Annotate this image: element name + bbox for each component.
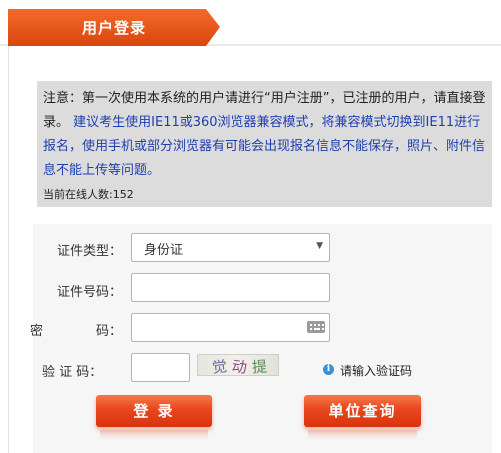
captcha-input[interactable] bbox=[131, 353, 190, 382]
unit-query-button-reflection bbox=[308, 430, 417, 440]
notice-box: 注意：第一次使用本系统的用户请进行“用户注册”，已注册的用户，请直接登录。 建议… bbox=[37, 81, 492, 207]
page-title: 用户登录 bbox=[81, 19, 146, 37]
notice-browser-text: 建议考生使用IE11或360浏览器兼容模式，将兼容模式切换到IE11进行报名，使… bbox=[43, 115, 486, 178]
online-label: 当前在线人数: bbox=[43, 188, 113, 201]
password-label-char2: 码： bbox=[96, 324, 123, 339]
online-count: 当前在线人数:152 bbox=[43, 185, 486, 205]
header-ribbon: 用户登录 bbox=[8, 9, 220, 46]
captcha-char-3: 提 bbox=[251, 357, 268, 377]
captcha-char-2: 动 bbox=[230, 357, 249, 377]
id-type-select[interactable]: 身份证 ▼ bbox=[131, 233, 330, 262]
captcha-label: 验 证 码： bbox=[42, 365, 103, 380]
id-number-label: 证件号码： bbox=[57, 285, 123, 300]
unit-query-button[interactable]: 单位查询 bbox=[304, 395, 421, 427]
keyboard-icon[interactable] bbox=[307, 321, 325, 333]
info-icon: i bbox=[323, 364, 334, 375]
password-input[interactable] bbox=[131, 313, 330, 342]
captcha-image[interactable]: 觉 动 提 bbox=[197, 354, 279, 377]
login-button-reflection bbox=[100, 430, 208, 440]
notice-text: 注意：第一次使用本系统的用户请进行“用户注册”，已注册的用户，请直接登录。 建议… bbox=[43, 87, 486, 183]
id-number-input[interactable] bbox=[131, 273, 330, 302]
captcha-hint: 请输入验证码 bbox=[340, 364, 413, 378]
login-button[interactable]: 登 录 bbox=[96, 395, 212, 427]
chevron-down-icon: ▼ bbox=[316, 241, 323, 251]
panel-left-border bbox=[8, 46, 9, 453]
password-label-char1: 密 bbox=[30, 324, 44, 339]
captcha-char-1: 觉 bbox=[211, 357, 228, 377]
id-type-value: 身份证 bbox=[144, 243, 184, 258]
id-type-label: 证件类型： bbox=[57, 244, 123, 259]
online-number: 152 bbox=[112, 188, 134, 201]
